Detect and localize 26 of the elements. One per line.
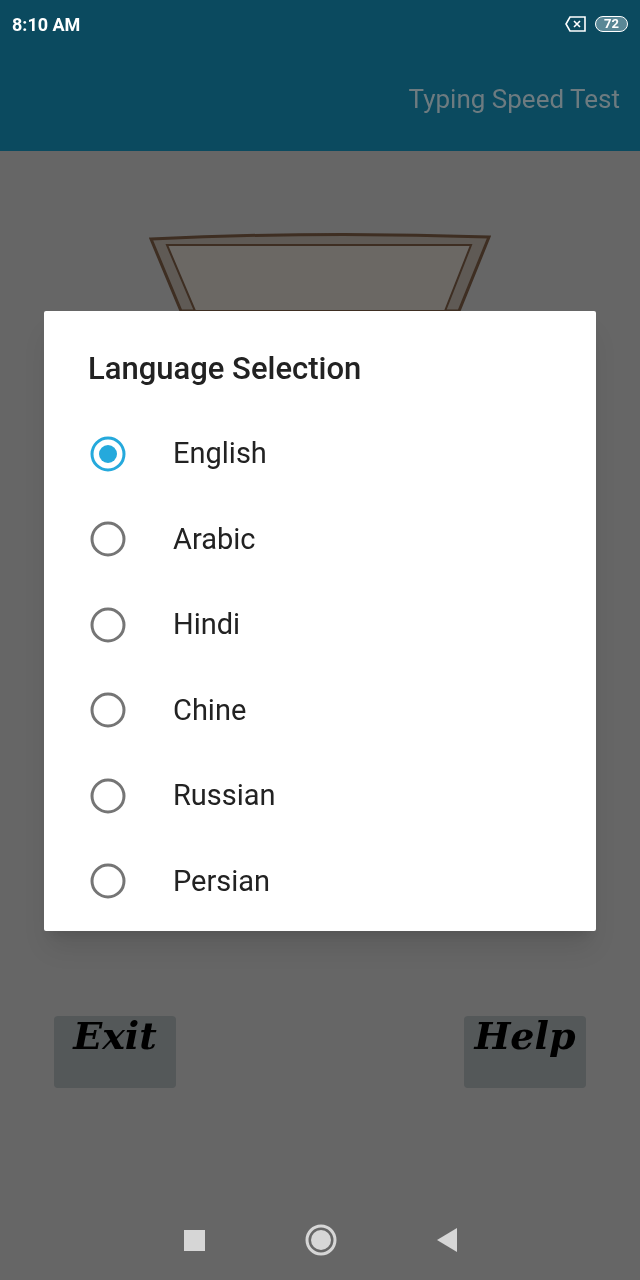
- radio-button[interactable]: [90, 521, 126, 558]
- app-title: Typing Speed Test: [408, 83, 620, 116]
- language-label: Arabic: [173, 520, 256, 558]
- back-icon[interactable]: [436, 1228, 457, 1252]
- battery-indicator: 72: [595, 16, 628, 32]
- language-option[interactable]: Arabic: [44, 496, 596, 582]
- language-label: Chine: [173, 691, 247, 729]
- radio-button[interactable]: [90, 863, 126, 900]
- language-option[interactable]: Russian: [44, 753, 596, 839]
- radio-button[interactable]: [90, 692, 126, 729]
- language-option[interactable]: Hindi: [44, 582, 596, 668]
- language-option[interactable]: English: [44, 411, 596, 497]
- language-label: Persian: [173, 862, 271, 900]
- recent-apps-icon[interactable]: [183, 1229, 205, 1251]
- home-icon[interactable]: [304, 1224, 337, 1256]
- language-label: Russian: [173, 777, 276, 814]
- radio-button[interactable]: [90, 606, 126, 643]
- dialog-title: Language Selection: [87, 349, 363, 389]
- radio-button[interactable]: [90, 435, 126, 472]
- no-sim-icon: [565, 16, 588, 32]
- radio-button[interactable]: [90, 777, 126, 814]
- language-label: Hindi: [173, 606, 241, 643]
- language-label: English: [173, 435, 267, 472]
- language-option[interactable]: Persian: [44, 838, 596, 924]
- language-option[interactable]: Chine: [44, 667, 596, 753]
- status-time: 8:10 AM: [12, 12, 81, 37]
